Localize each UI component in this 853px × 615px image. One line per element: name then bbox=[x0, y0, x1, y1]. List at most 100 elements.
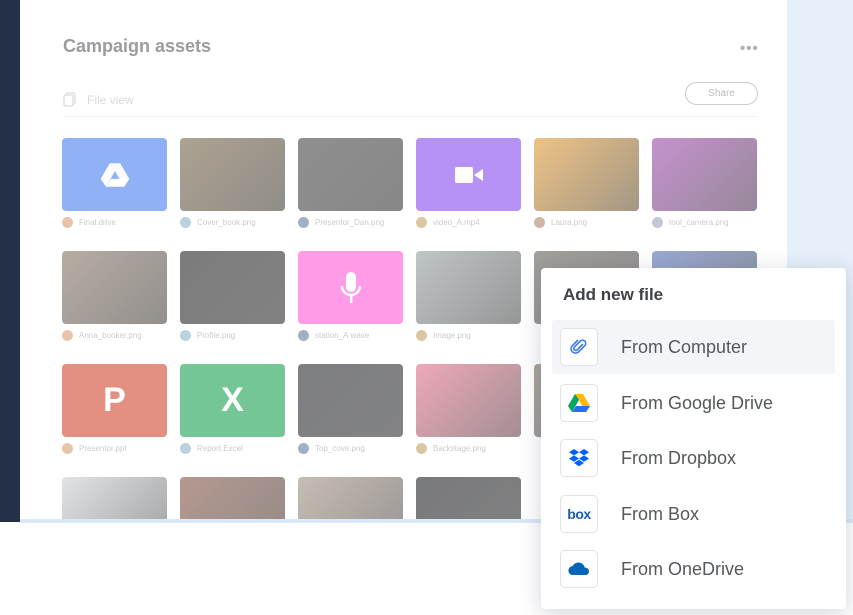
avatar bbox=[298, 330, 309, 341]
share-button[interactable]: Share bbox=[685, 82, 758, 105]
file-tile[interactable]: Presentor_Dan.png bbox=[298, 138, 403, 251]
avatar bbox=[180, 217, 191, 228]
from-google-drive-option[interactable]: From Google Drive bbox=[552, 376, 835, 430]
file-tile[interactable]: tool_camera.png bbox=[652, 138, 757, 251]
image-thumbnail bbox=[416, 477, 521, 519]
more-options-button[interactable]: ••• bbox=[740, 40, 759, 57]
divider bbox=[63, 116, 757, 117]
file-name: Cover_book.png bbox=[197, 218, 256, 227]
file-caption: Presentor.ppt bbox=[62, 443, 167, 454]
file-thumbnail: X bbox=[180, 364, 285, 437]
file-tile[interactable]: station_A.wave bbox=[298, 251, 403, 364]
file-name: Final.drive bbox=[79, 218, 116, 227]
file-caption: Final.drive bbox=[62, 217, 167, 228]
avatar bbox=[180, 330, 191, 341]
avatar bbox=[298, 443, 309, 454]
image-thumbnail bbox=[298, 477, 403, 519]
from-box-option[interactable]: box From Box bbox=[552, 487, 835, 541]
from-computer-option[interactable]: From Computer bbox=[552, 320, 835, 374]
from-onedrive-option[interactable]: From OneDrive bbox=[552, 542, 835, 596]
file-name: Presentor_Dan.png bbox=[315, 218, 385, 227]
avatar bbox=[416, 217, 427, 228]
file-tile[interactable]: P Presentor.ppt bbox=[62, 364, 167, 477]
file-name: Profile.png bbox=[197, 331, 236, 340]
image-thumbnail bbox=[62, 477, 167, 519]
page-title: Campaign assets bbox=[63, 36, 212, 56]
file-thumbnail bbox=[416, 138, 521, 211]
from-dropbox-option[interactable]: From Dropbox bbox=[552, 431, 835, 485]
file-tile[interactable]: Cover_book.png bbox=[180, 138, 285, 251]
file-caption: Report.Excel bbox=[180, 443, 285, 454]
popup-title: Add new file bbox=[563, 285, 664, 304]
file-caption: Cover_book.png bbox=[180, 217, 285, 228]
box-icon: box bbox=[560, 495, 598, 533]
option-label: From Google Drive bbox=[621, 392, 774, 413]
google-drive-icon bbox=[560, 384, 598, 422]
file-view-toggle[interactable]: File view bbox=[63, 92, 134, 107]
image-thumbnail bbox=[298, 364, 403, 437]
file-name: Top_cove.png bbox=[315, 444, 365, 453]
image-thumbnail bbox=[180, 477, 285, 519]
option-label: From OneDrive bbox=[621, 558, 745, 579]
video-camera-icon bbox=[454, 166, 483, 183]
file-name: Image.png bbox=[433, 331, 471, 340]
option-label: From Computer bbox=[621, 336, 748, 357]
image-thumbnail bbox=[180, 138, 285, 211]
file-name: Presentor.ppt bbox=[79, 444, 127, 453]
file-caption: Profile.png bbox=[180, 330, 285, 341]
option-label: From Dropbox bbox=[621, 447, 737, 468]
file-tile[interactable]: Backstage.png bbox=[416, 364, 521, 477]
file-tile[interactable]: Image.png bbox=[416, 251, 521, 364]
image-thumbnail bbox=[298, 138, 403, 211]
file-tile[interactable]: X Report.Excel bbox=[180, 364, 285, 477]
file-caption: tool_camera.png bbox=[652, 217, 757, 228]
file-name: video_A.mp4 bbox=[433, 218, 480, 227]
image-thumbnail bbox=[62, 251, 167, 324]
file-tile[interactable] bbox=[298, 477, 403, 519]
file-tile[interactable]: Laura.png bbox=[534, 138, 639, 251]
file-tile[interactable]: Final.drive bbox=[62, 138, 167, 251]
avatar bbox=[416, 443, 427, 454]
file-tile[interactable]: Top_cove.png bbox=[298, 364, 403, 477]
file-tile[interactable]: Anna_booker.png bbox=[62, 251, 167, 364]
file-name: station_A.wave bbox=[315, 331, 370, 340]
avatar bbox=[298, 217, 309, 228]
onedrive-icon bbox=[560, 550, 598, 588]
file-name: tool_camera.png bbox=[669, 218, 729, 227]
file-tile[interactable] bbox=[180, 477, 285, 519]
avatar bbox=[652, 217, 663, 228]
avatar bbox=[416, 330, 427, 341]
powerpoint-icon: P bbox=[103, 381, 126, 419]
file-view-label: File view bbox=[87, 92, 134, 107]
file-tile[interactable]: Profile.png bbox=[180, 251, 285, 364]
app-sidebar bbox=[0, 0, 20, 522]
file-caption: Top_cove.png bbox=[298, 443, 403, 454]
file-caption: video_A.mp4 bbox=[416, 217, 521, 228]
file-thumbnail bbox=[298, 251, 403, 324]
add-new-file-popup: Add new file From Computer From Google D… bbox=[541, 268, 846, 609]
avatar bbox=[62, 443, 73, 454]
avatar bbox=[180, 443, 191, 454]
google-drive-icon bbox=[100, 162, 129, 187]
file-tile[interactable] bbox=[416, 477, 521, 519]
file-tile[interactable] bbox=[62, 477, 167, 519]
dropbox-icon bbox=[560, 439, 598, 477]
avatar bbox=[62, 217, 73, 228]
files-icon bbox=[63, 92, 77, 107]
excel-icon: X bbox=[221, 381, 244, 419]
file-caption: Backstage.png bbox=[416, 443, 521, 454]
image-thumbnail bbox=[180, 251, 285, 324]
file-name: Anna_booker.png bbox=[79, 331, 142, 340]
file-caption: station_A.wave bbox=[298, 330, 403, 341]
file-caption: Anna_booker.png bbox=[62, 330, 167, 341]
image-thumbnail bbox=[416, 364, 521, 437]
file-name: Backstage.png bbox=[433, 444, 486, 453]
option-label: From Box bbox=[621, 503, 700, 524]
image-thumbnail bbox=[534, 138, 639, 211]
file-thumbnail: P bbox=[62, 364, 167, 437]
file-name: Report.Excel bbox=[197, 444, 243, 453]
file-tile[interactable]: video_A.mp4 bbox=[416, 138, 521, 251]
avatar bbox=[534, 217, 545, 228]
avatar bbox=[62, 330, 73, 341]
microphone-icon bbox=[340, 271, 361, 303]
